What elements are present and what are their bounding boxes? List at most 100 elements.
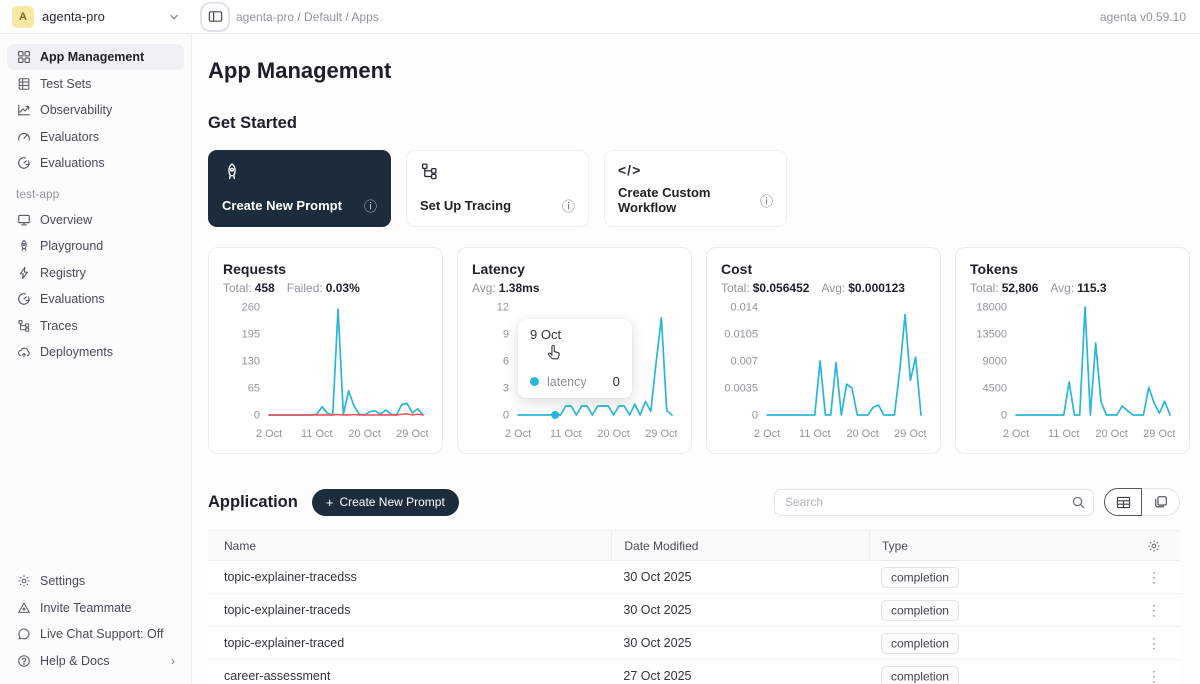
stat-label: Avg: xyxy=(472,281,496,295)
sidebar-item-invite-teammate[interactable]: Invite Teammate xyxy=(7,595,184,621)
stat-value: $0.000123 xyxy=(848,281,905,295)
search-icon[interactable] xyxy=(1071,495,1086,510)
workspace-switcher[interactable]: A agenta-pro xyxy=(0,6,192,28)
svg-text:0: 0 xyxy=(752,410,758,422)
sidebar-item-registry[interactable]: Registry xyxy=(7,260,184,286)
svg-text:12: 12 xyxy=(497,302,509,314)
chevron-down-icon xyxy=(168,11,180,23)
sidebar-item-settings[interactable]: Settings xyxy=(7,568,184,594)
svg-text:2 Oct: 2 Oct xyxy=(754,428,780,440)
table-row[interactable]: topic-explainer-traced 30 Oct 2025 compl… xyxy=(208,627,1180,660)
gear-icon xyxy=(1147,539,1161,553)
stat-value: 458 xyxy=(255,281,275,295)
sidebar-item-playground[interactable]: Playground xyxy=(7,233,184,259)
sidebar-item-evaluators[interactable]: Evaluators xyxy=(7,124,184,150)
sidebar: App Management Test Sets Observability E… xyxy=(0,34,192,684)
tree-icon xyxy=(16,318,31,333)
info-icon[interactable]: ⓘ xyxy=(562,196,575,215)
sidebar-item-test-sets[interactable]: Test Sets xyxy=(7,71,184,97)
sidebar-item-live-chat-support[interactable]: Live Chat Support: Off xyxy=(7,621,184,647)
requests-chart[interactable]: 0651301952602 Oct11 Oct20 Oct29 Oct xyxy=(223,301,428,447)
column-header-name[interactable]: Name xyxy=(208,539,611,553)
app-name: career-assessment xyxy=(208,669,611,683)
search-input[interactable] xyxy=(774,489,1094,516)
svg-text:11 Oct: 11 Oct xyxy=(301,428,333,440)
column-header-date-modified[interactable]: Date Modified xyxy=(611,531,869,560)
sidebar-item-label: Invite Teammate xyxy=(40,601,131,615)
sidebar-item-label: Traces xyxy=(40,319,78,333)
sidebar-item-deployments[interactable]: Deployments xyxy=(7,339,184,365)
table-row[interactable]: topic-explainer-tracedss 30 Oct 2025 com… xyxy=(208,561,1180,594)
sidebar-toggle-button[interactable] xyxy=(200,2,230,32)
table-row[interactable]: career-assessment 27 Oct 2025 completion… xyxy=(208,660,1180,684)
stat-label: Total: xyxy=(721,281,750,295)
create-button-label: Create New Prompt xyxy=(339,495,444,509)
sidebar-item-observability[interactable]: Observability xyxy=(7,97,184,123)
requests-card: Requests Total:458 Failed:0.03% 06513019… xyxy=(208,247,443,454)
stat-label: Avg: xyxy=(1050,281,1074,295)
table-row[interactable]: topic-explainer-traceds 30 Oct 2025 comp… xyxy=(208,594,1180,627)
info-icon[interactable]: ⓘ xyxy=(364,196,377,215)
svg-text:0.007: 0.007 xyxy=(730,356,758,368)
sidebar-item-label: Live Chat Support: Off xyxy=(40,627,163,641)
kebab-menu-icon[interactable]: ⋮ xyxy=(1147,603,1161,617)
sidebar-item-label: Deployments xyxy=(40,345,113,359)
kebab-menu-icon[interactable]: ⋮ xyxy=(1147,636,1161,650)
code-icon: </> xyxy=(618,162,773,178)
sidebar-item-label: Registry xyxy=(40,266,86,280)
sidebar-item-evaluations[interactable]: Evaluations xyxy=(7,150,184,176)
sidebar-item-app-management[interactable]: App Management xyxy=(7,44,184,70)
kebab-menu-icon[interactable]: ⋮ xyxy=(1147,570,1161,584)
get-started-cards: Create New Prompt ⓘ Set Up Tracing ⓘ </>… xyxy=(208,150,1180,227)
tokens-chart[interactable]: 04500900013500180002 Oct11 Oct20 Oct29 O… xyxy=(970,301,1175,447)
chart-title: Tokens xyxy=(970,261,1175,277)
tree-icon xyxy=(420,162,440,182)
panel-left-icon xyxy=(208,9,223,24)
sidebar-item-evaluations-app[interactable]: Evaluations xyxy=(7,286,184,312)
svg-text:65: 65 xyxy=(248,383,260,395)
svg-text:29 Oct: 29 Oct xyxy=(1143,428,1175,440)
svg-text:29 Oct: 29 Oct xyxy=(645,428,677,440)
sidebar-item-label: Evaluators xyxy=(40,130,99,144)
svg-text:0: 0 xyxy=(1001,410,1007,422)
workspace-avatar: A xyxy=(12,6,34,28)
type-badge: completion xyxy=(881,567,959,588)
svg-text:29 Oct: 29 Oct xyxy=(396,428,428,440)
svg-text:130: 130 xyxy=(242,356,260,368)
svg-text:11 Oct: 11 Oct xyxy=(1048,428,1080,440)
chevron-right-icon: › xyxy=(171,654,175,668)
svg-text:2 Oct: 2 Oct xyxy=(505,428,531,440)
sidebar-item-label: Observability xyxy=(40,103,112,117)
table-settings[interactable] xyxy=(1128,539,1180,553)
sidebar-item-traces[interactable]: Traces xyxy=(7,313,184,339)
stat-value: 1.38ms xyxy=(499,281,540,295)
app-name: topic-explainer-traced xyxy=(208,636,611,650)
monitor-icon xyxy=(16,212,31,227)
stat-value: 115.3 xyxy=(1077,281,1106,295)
sidebar-item-label: Evaluations xyxy=(40,156,105,170)
application-header: Application + Create New Prompt xyxy=(208,488,1180,516)
tooltip-date: 9 Oct xyxy=(530,327,620,342)
sidebar-item-help-docs[interactable]: Help & Docs › xyxy=(7,648,184,674)
hand-cursor-icon xyxy=(544,343,563,362)
app-section-label: test-app xyxy=(16,187,175,201)
type-badge: completion xyxy=(881,666,959,684)
lightning-icon xyxy=(16,265,31,280)
set-up-tracing-card[interactable]: Set Up Tracing ⓘ xyxy=(406,150,589,227)
kebab-menu-icon[interactable]: ⋮ xyxy=(1147,669,1161,683)
card-view-button[interactable] xyxy=(1142,488,1180,516)
create-new-prompt-button[interactable]: + Create New Prompt xyxy=(312,489,459,516)
info-icon[interactable]: ⓘ xyxy=(760,191,773,210)
create-custom-workflow-card[interactable]: </> Create Custom Workflow ⓘ xyxy=(604,150,787,227)
app-name: topic-explainer-tracedss xyxy=(208,570,611,584)
table-view-button[interactable] xyxy=(1104,488,1142,516)
breadcrumb[interactable]: agenta-pro / Default / Apps xyxy=(236,10,379,24)
speed-dial-icon xyxy=(16,156,31,171)
cost-chart[interactable]: 00.00350.0070.01050.0142 Oct11 Oct20 Oct… xyxy=(721,301,926,447)
sidebar-item-overview[interactable]: Overview xyxy=(7,207,184,233)
column-header-type[interactable]: Type xyxy=(869,531,1128,560)
workspace-name: agenta-pro xyxy=(42,9,160,24)
create-new-prompt-card[interactable]: Create New Prompt ⓘ xyxy=(208,150,391,227)
svg-text:195: 195 xyxy=(242,329,260,341)
speed-dial-icon xyxy=(16,292,31,307)
